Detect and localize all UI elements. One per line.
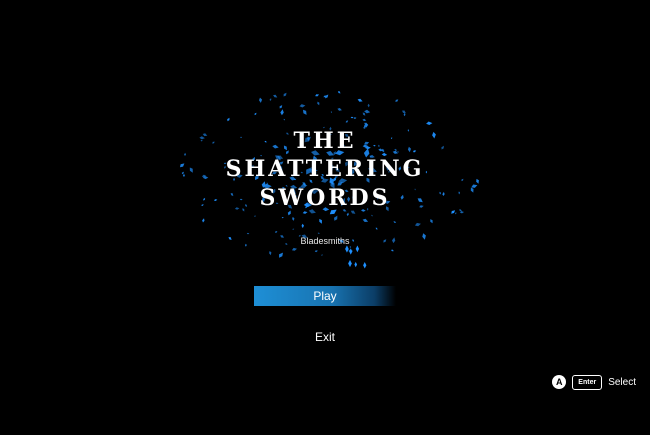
shard-particle	[281, 217, 284, 219]
shard-particle	[390, 249, 394, 252]
shard-particle	[254, 112, 257, 116]
shard-particle	[269, 98, 272, 101]
shard-particle	[355, 245, 360, 253]
shard-particle	[362, 218, 369, 222]
shard-particle	[299, 104, 306, 108]
shard-particle	[202, 218, 205, 223]
exit-button[interactable]: Exit	[254, 327, 396, 347]
shard-particle	[393, 221, 397, 223]
enter-key-icon: Enter	[572, 374, 603, 390]
shard-particle	[363, 262, 367, 269]
shard-particle	[321, 254, 323, 256]
shard-particle	[334, 215, 338, 221]
shard-particle	[303, 109, 307, 115]
shard-particle	[269, 251, 272, 256]
shard-particle	[367, 103, 370, 108]
shard-particle	[345, 245, 349, 253]
shard-particle	[301, 223, 304, 229]
studio-name: Bladesmiths	[300, 236, 350, 246]
shard-particle	[371, 214, 373, 217]
shard-particle	[254, 215, 256, 217]
shard-particle	[402, 110, 406, 114]
shard-particle	[346, 212, 349, 217]
shard-particle	[426, 121, 433, 125]
shard-particle	[348, 259, 352, 268]
shard-particle	[357, 98, 363, 102]
shard-particle	[315, 94, 320, 97]
shard-particle	[291, 247, 297, 251]
shard-particle	[349, 248, 353, 255]
shard-particle	[292, 216, 295, 221]
shard-particle	[283, 118, 285, 121]
shard-particle	[337, 108, 342, 111]
shard-particle	[292, 228, 295, 230]
shard-particle	[345, 120, 349, 123]
shard-particle	[275, 231, 278, 233]
game-title-line-1: THE	[293, 128, 357, 154]
shard-particle	[330, 111, 332, 113]
shard-particle	[317, 101, 320, 106]
game-title-line-2: SHATTERING	[225, 156, 425, 182]
title-screen: THE SHATTERING SWORDS Bladesmiths Play E…	[0, 0, 650, 435]
shard-particle	[319, 218, 322, 224]
shard-particle	[259, 97, 263, 103]
shard-particle	[325, 94, 329, 99]
shard-particle	[283, 92, 287, 97]
shard-particle	[350, 116, 354, 119]
shard-particle	[375, 227, 378, 230]
input-hints: A Enter Select	[552, 373, 636, 391]
select-hint-label: Select	[608, 376, 636, 388]
shard-particle	[364, 109, 371, 114]
shard-particle	[314, 250, 318, 253]
shard-particle	[337, 91, 341, 94]
shard-particle	[246, 232, 250, 235]
shard-particle	[349, 246, 351, 249]
shard-particle	[395, 99, 399, 102]
shard-particle	[353, 117, 357, 119]
shard-particle	[414, 222, 421, 227]
shard-particle	[362, 118, 367, 122]
shard-particle	[273, 94, 278, 98]
shard-particles	[180, 91, 479, 269]
shard-particle	[280, 109, 284, 116]
shard-particle	[354, 261, 358, 268]
play-button[interactable]: Play	[254, 286, 396, 306]
shard-particle	[317, 232, 320, 234]
shard-particle	[403, 112, 406, 117]
shard-particle	[430, 219, 433, 224]
game-title-line-3: SWORDS	[259, 185, 391, 211]
shard-particle	[227, 117, 230, 122]
shard-particle	[279, 105, 283, 109]
gamepad-a-button-icon: A	[552, 375, 567, 389]
shard-particle	[279, 252, 283, 258]
shard-particle	[455, 212, 457, 215]
shard-particle	[362, 112, 366, 116]
